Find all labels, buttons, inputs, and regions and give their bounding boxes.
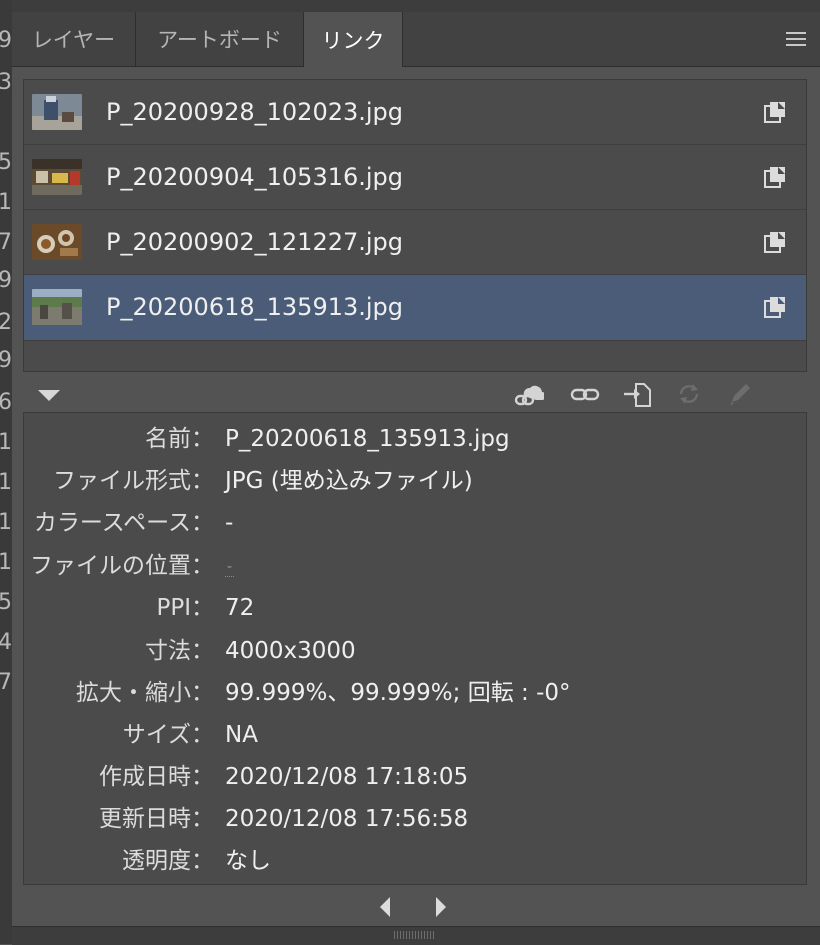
info-value: 4000x3000	[225, 638, 356, 664]
street-photo-thumbnail	[32, 159, 82, 195]
info-value: JPG (埋め込みファイル)	[225, 468, 473, 494]
canvas-text: 1	[0, 472, 12, 494]
info-format-row: ファイル形式： JPG (埋め込みファイル)	[24, 460, 808, 502]
canvas-text: 7	[0, 232, 12, 254]
info-name-row: 名前： P_20200618_135913.jpg	[24, 418, 808, 460]
embedded-file-icon	[764, 167, 785, 188]
canvas-text: 2	[0, 312, 12, 334]
drink-photo-thumbnail	[32, 94, 82, 130]
info-label: ファイルの位置：	[30, 553, 214, 579]
info-label: 寸法：	[145, 638, 214, 664]
canvas-text: 3	[0, 72, 12, 94]
info-transparency-row: 透明度： なし	[24, 840, 808, 882]
info-label: 透明度：	[122, 848, 214, 874]
tab-layers[interactable]: レイヤー	[12, 12, 136, 66]
link-row[interactable]: P_20200928_102023.jpg	[24, 80, 806, 145]
update-link-icon[interactable]	[674, 380, 704, 408]
canvas-text: 1	[0, 432, 12, 454]
info-label: PPI：	[156, 595, 214, 621]
canvas-text: 9	[0, 350, 12, 372]
panel-menu-icon[interactable]	[786, 32, 806, 46]
info-color-space-row: カラースペース： -	[24, 502, 808, 544]
link-list: P_20200928_102023.jpg P_20200904_105316.…	[23, 79, 807, 372]
link-filename: P_20200618_135913.jpg	[106, 293, 404, 321]
info-label: カラースペース：	[33, 510, 214, 536]
info-dimensions-row: 寸法： 4000x3000	[24, 630, 808, 672]
info-location-link[interactable]: -	[225, 558, 235, 577]
food-photo-thumbnail	[32, 224, 82, 260]
go-to-link-icon[interactable]	[622, 380, 652, 408]
canvas-text: 9	[0, 30, 12, 52]
info-value: 2020/12/08 17:56:58	[225, 806, 469, 832]
info-label: 拡大・縮小：	[76, 680, 214, 706]
relink-icon[interactable]	[570, 380, 600, 408]
link-filename: P_20200902_121227.jpg	[106, 228, 404, 256]
cloud-link-icon[interactable]	[514, 380, 544, 408]
info-label: 更新日時：	[99, 806, 214, 832]
canvas-text: 7	[0, 672, 12, 694]
info-value: 2020/12/08 17:18:05	[225, 764, 469, 790]
info-value: P_20200618_135913.jpg	[225, 426, 510, 452]
embedded-file-icon	[764, 232, 785, 253]
next-link-icon[interactable]	[436, 897, 446, 917]
tab-links[interactable]: リンク	[303, 12, 403, 67]
tab-artboards[interactable]: アートボード	[136, 12, 304, 66]
links-panel: レイヤー アートボード リンク P_20200928_102023.jpg P_…	[12, 0, 820, 945]
embedded-file-icon	[764, 297, 785, 318]
canvas-text: 1	[0, 512, 12, 534]
info-scale-row: 拡大・縮小： 99.999%、99.999%; 回転 : -0°	[24, 672, 808, 714]
link-filename: P_20200904_105316.jpg	[106, 163, 404, 191]
panel-tab-bar: レイヤー アートボード リンク	[12, 12, 820, 67]
show-info-toggle-icon[interactable]	[38, 390, 60, 401]
info-ppi-row: PPI： 72	[24, 587, 808, 629]
link-filename: P_20200928_102023.jpg	[106, 98, 404, 126]
canvas-text: 6	[0, 392, 12, 414]
previous-link-icon[interactable]	[380, 897, 390, 917]
info-modified-row: 更新日時： 2020/12/08 17:56:58	[24, 798, 808, 840]
canvas-text: 9	[0, 270, 12, 292]
link-row[interactable]: P_20200904_105316.jpg	[24, 145, 806, 210]
panel-resize-bar	[12, 926, 820, 945]
info-value: NA	[225, 722, 258, 748]
info-created-row: 作成日時： 2020/12/08 17:18:05	[24, 756, 808, 798]
info-value: なし	[225, 848, 271, 874]
link-toolbar	[12, 376, 820, 412]
landscape-photo-thumbnail	[32, 289, 82, 325]
info-label: ファイル形式：	[53, 468, 214, 494]
canvas-text: 1	[0, 552, 12, 574]
info-value: 99.999%、99.999%; 回転 : -0°	[225, 680, 571, 706]
info-label: サイズ：	[122, 722, 214, 748]
canvas-text: 1	[0, 192, 12, 214]
link-info-panel: 名前： P_20200618_135913.jpg ファイル形式： JPG (埋…	[23, 412, 807, 885]
canvas-text: 5	[0, 152, 12, 174]
info-value: 72	[225, 595, 255, 621]
embedded-file-icon	[764, 102, 785, 123]
resize-grip-icon[interactable]	[394, 931, 434, 939]
info-value: -	[225, 510, 234, 536]
info-size-row: サイズ： NA	[24, 714, 808, 756]
edit-original-icon[interactable]	[726, 380, 756, 408]
link-row-selected[interactable]: P_20200618_135913.jpg	[24, 275, 806, 341]
info-location-row: ファイルの位置： -	[24, 545, 808, 587]
link-row[interactable]: P_20200902_121227.jpg	[24, 210, 806, 275]
info-label: 名前：	[145, 426, 214, 452]
canvas-text: 4	[0, 632, 12, 654]
link-navigation	[12, 888, 820, 924]
info-label: 作成日時：	[99, 764, 214, 790]
canvas-text: 5	[0, 592, 12, 614]
